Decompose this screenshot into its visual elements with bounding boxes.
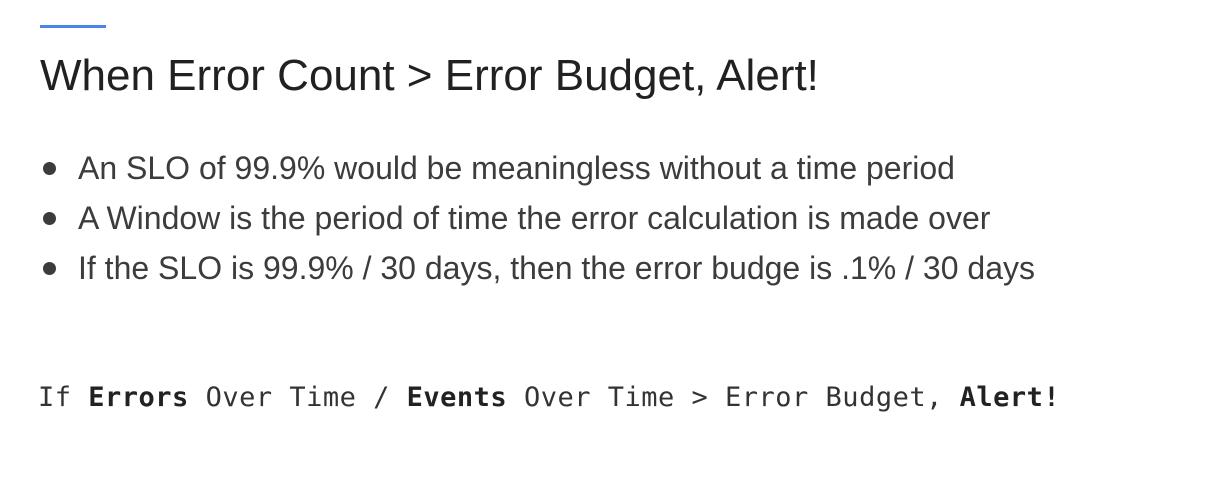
formula-keyword-alert: Alert!	[959, 382, 1061, 413]
bullet-item-error-budget-example: If the SLO is 99.9% / 30 days, then the …	[40, 243, 1035, 293]
bullet-text: A Window is the period of time the error…	[78, 199, 991, 236]
formula-keyword-events: Events	[406, 382, 508, 413]
alert-formula: If Errors Over Time / Events Over Time >…	[38, 380, 1060, 416]
bullet-item-slo-time-period: An SLO of 99.9% would be meaningless wit…	[40, 143, 1035, 193]
bullet-dot-icon	[43, 211, 56, 225]
formula-part: Over Time > Error Budget,	[507, 382, 960, 413]
bullet-item-window-definition: A Window is the period of time the error…	[40, 193, 1035, 243]
title-accent-rule	[40, 25, 106, 28]
formula-keyword-errors: Errors	[88, 382, 189, 413]
bullet-list: An SLO of 99.9% would be meaningless wit…	[40, 143, 1035, 293]
formula-part: Over Time /	[188, 382, 407, 413]
bullet-dot-icon	[43, 161, 56, 175]
formula-part: If	[38, 382, 89, 413]
bullet-text: If the SLO is 99.9% / 30 days, then the …	[78, 249, 1035, 286]
slide-title: When Error Count > Error Budget, Alert!	[40, 51, 819, 100]
bullet-dot-icon	[43, 261, 56, 275]
bullet-text: An SLO of 99.9% would be meaningless wit…	[78, 149, 955, 186]
